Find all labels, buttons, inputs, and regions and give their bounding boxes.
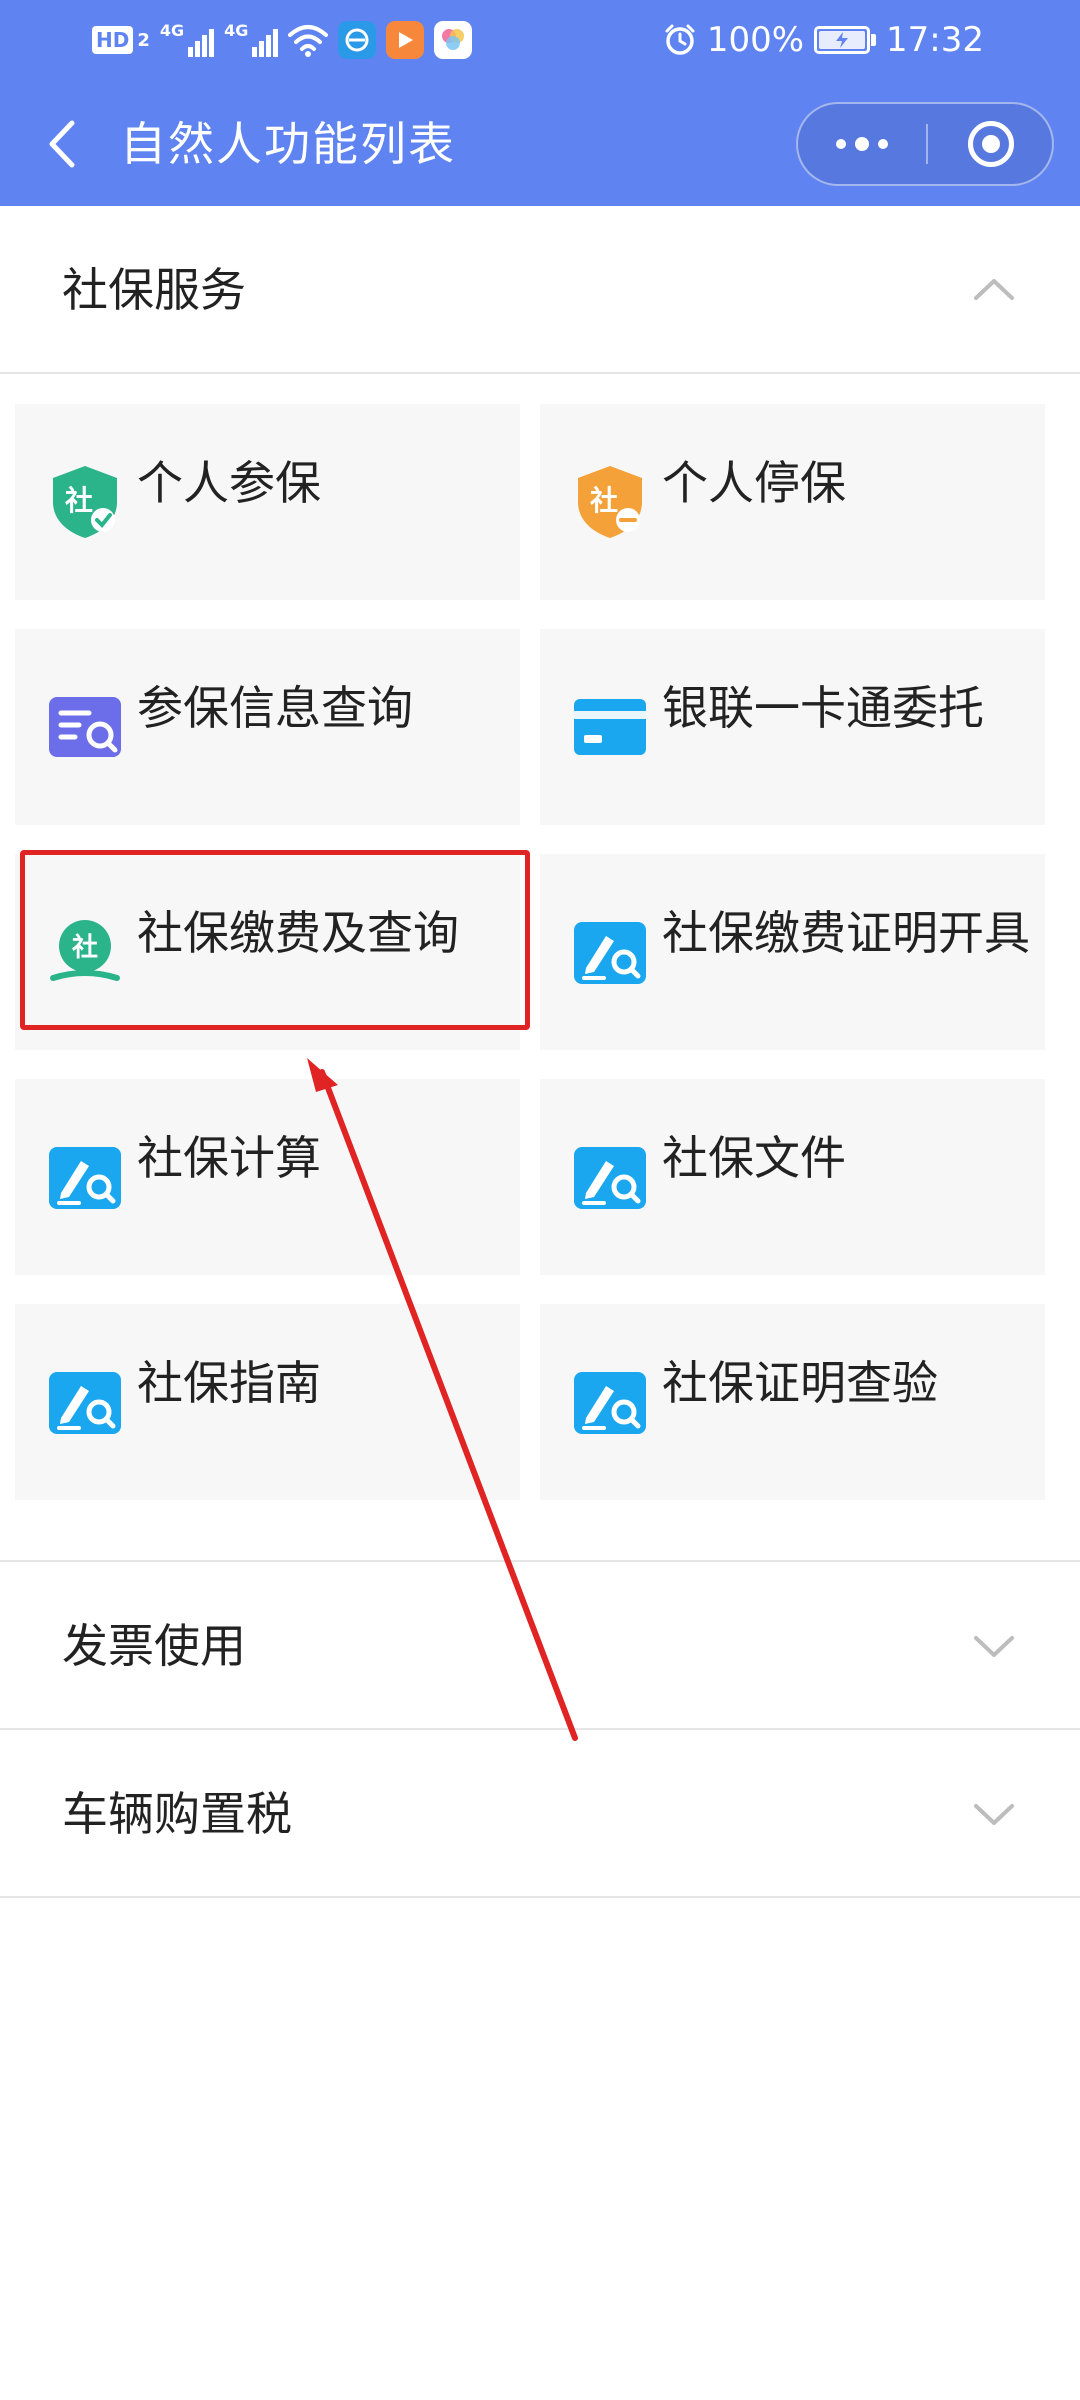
section-header-invoice[interactable]: 发票使用 (0, 1562, 1080, 1728)
section-header-vehicle-tax[interactable]: 车辆购置税 (0, 1730, 1080, 1896)
alarm-icon (665, 24, 695, 55)
hd-sub: 2 (137, 29, 150, 51)
wifi-icon (288, 25, 329, 57)
svg-text:社: 社 (65, 484, 93, 517)
page: HD 2 4G 4G 100% 17:32 自然人功能列表 社保服务 社 个人参… (0, 0, 1080, 2400)
tile-label: 个人参保 (137, 456, 321, 510)
tile-label: 社保缴费及查询 (137, 906, 459, 960)
network-label: 4G (224, 21, 249, 40)
tile-label: 社保计算 (137, 1131, 321, 1185)
nav-bar: 自然人功能列表 (0, 80, 1080, 206)
back-button[interactable] (36, 116, 86, 172)
tile-label: 个人停保 (662, 456, 846, 510)
chevron-up-icon (974, 279, 1014, 300)
tile-payment-query[interactable]: 社 社保缴费及查询 (15, 854, 520, 1050)
hd-badge: HD (92, 26, 134, 54)
bank-card-icon (574, 699, 646, 755)
edit-search-icon (574, 922, 646, 984)
tile-personal-enroll[interactable]: 社 个人参保 (15, 404, 520, 600)
close-mini-program-button[interactable] (928, 104, 1054, 184)
battery-percent: 100% (706, 20, 805, 60)
chevron-down-icon (974, 1636, 1014, 1657)
divider (0, 372, 1080, 374)
more-button[interactable] (798, 104, 926, 184)
tile-personal-stop[interactable]: 社 个人停保 (540, 404, 1045, 600)
status-left: HD 2 4G 4G (92, 18, 473, 62)
tile-guide[interactable]: 社保指南 (15, 1304, 520, 1500)
tile-label: 社保指南 (137, 1356, 321, 1410)
tile-label: 银联一卡通委托 (662, 681, 984, 735)
network-label: 4G (159, 21, 185, 40)
tile-label: 参保信息查询 (137, 681, 413, 735)
tile-unionpay-card[interactable]: 银联一卡通委托 (540, 629, 1045, 825)
shield-minus-icon: 社 (578, 466, 642, 538)
video-app-icon (386, 21, 425, 59)
edit-search-icon (49, 1372, 121, 1434)
divider (0, 1896, 1080, 1898)
mini-program-capsule (796, 102, 1054, 186)
edit-search-icon (49, 1147, 121, 1209)
battery-icon (814, 26, 877, 54)
tile-payment-certificate[interactable]: 社保缴费证明开具 (540, 854, 1045, 1050)
section-title: 社保服务 (62, 263, 246, 317)
svg-text:社: 社 (72, 932, 98, 963)
more-dots-icon (836, 139, 846, 149)
hd-indicator: HD 2 (92, 26, 150, 54)
tile-label: 社保缴费证明开具 (662, 906, 1030, 960)
gallery-app-icon (434, 21, 473, 59)
social-security-book-icon: 社 (50, 920, 120, 981)
status-bar: HD 2 4G 4G 100% 17:32 (0, 0, 1080, 80)
svg-text:社: 社 (590, 484, 618, 517)
target-circle-icon (968, 121, 1014, 167)
signal-icon: 4G (159, 21, 215, 57)
tile-label: 社保文件 (662, 1131, 846, 1185)
signal-icon: 4G (224, 21, 279, 57)
list-search-icon (49, 697, 121, 757)
clock: 17:32 (886, 20, 984, 60)
chevron-left-icon (49, 120, 75, 168)
shield-check-icon: 社 (53, 466, 117, 538)
app-notification-icon (338, 21, 377, 59)
tile-certificate-verify[interactable]: 社保证明查验 (540, 1304, 1045, 1500)
status-right: 100% 17:32 (663, 18, 984, 62)
tile-documents[interactable]: 社保文件 (540, 1079, 1045, 1275)
section-header-social-security[interactable]: 社保服务 (0, 206, 1080, 372)
page-title: 自然人功能列表 (120, 117, 456, 171)
tile-calculation[interactable]: 社保计算 (15, 1079, 520, 1275)
header: HD 2 4G 4G 100% 17:32 自然人功能列表 (0, 0, 1080, 206)
section-title: 发票使用 (62, 1619, 246, 1673)
chevron-down-icon (974, 1804, 1014, 1825)
edit-search-icon (574, 1372, 646, 1434)
tile-enrollment-query[interactable]: 参保信息查询 (15, 629, 520, 825)
tile-label: 社保证明查验 (662, 1356, 938, 1410)
section-title: 车辆购置税 (62, 1787, 292, 1841)
edit-search-icon (574, 1147, 646, 1209)
